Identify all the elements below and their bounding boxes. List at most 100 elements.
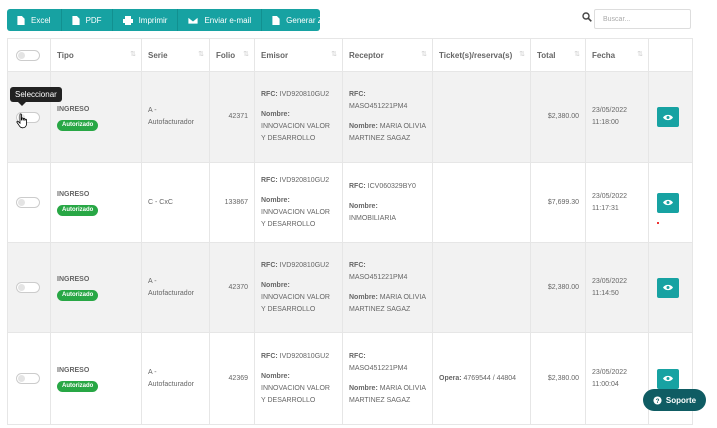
eye-icon	[663, 375, 673, 382]
generate-zip-button-label: Generar ZIP	[286, 15, 320, 25]
table-row: INGRESO Autorizado A - Autofacturador 423…	[7, 242, 693, 333]
eye-icon	[663, 114, 673, 120]
select-all-toggle[interactable]	[16, 49, 40, 61]
view-button[interactable]	[657, 107, 679, 127]
total-value: $2,380.00	[530, 71, 586, 163]
rfc-label: RFC:	[261, 261, 278, 269]
print-button-label: Imprimir	[138, 15, 168, 25]
select-tooltip: Seleccionar	[10, 87, 62, 106]
file-icon	[71, 15, 80, 25]
status-badge: Autorizado	[57, 119, 99, 131]
export-toolbar: Excel PDF Imprimir Enviar e-mail Generar…	[7, 9, 320, 31]
view-button[interactable]	[657, 368, 679, 389]
invoices-table: Tipo ⇅ Serie ⇅ Folio ⇅ Emisor ⇅ Receptor ⇅ Ti…	[7, 38, 693, 425]
table-row: INGRESO Autorizado C - CxC 133867 RFC: IV…	[7, 162, 693, 243]
fecha-time: 11:18:00	[592, 119, 619, 126]
nombre-label: Nombre:	[261, 372, 290, 380]
emisor-rfc: IVD920810GU2	[279, 91, 330, 98]
view-button[interactable]	[657, 192, 679, 213]
sort-icon: ⇅	[519, 51, 525, 58]
fecha-date: 23/05/2022	[592, 107, 628, 114]
indicator-dot	[657, 222, 659, 224]
search-input[interactable]	[594, 9, 691, 29]
rfc-label: RFC:	[349, 352, 366, 360]
print-button[interactable]: Imprimir	[113, 9, 179, 31]
status-badge: Autorizado	[57, 290, 99, 301]
folio-value: 42369	[209, 332, 255, 425]
rfc-label: RFC:	[261, 176, 278, 184]
fecha-cell: 23/05/2022 11:18:00	[585, 71, 649, 163]
column-header-receptor[interactable]: Receptor ⇅	[342, 38, 433, 72]
pdf-button[interactable]: PDF	[62, 9, 113, 31]
serie-value: C - CxC	[141, 162, 210, 243]
folio-value: 42371	[209, 71, 255, 163]
fecha-time: 11:00:04	[592, 380, 619, 388]
receptor-nombre: INMOBILIARIA	[349, 214, 397, 222]
column-header-tipo[interactable]: Tipo ⇅	[50, 38, 142, 72]
tipo-value: INGRESO	[57, 191, 90, 198]
emisor-nombre: INNOVACION VALOR Y DESARROLLO	[261, 208, 330, 228]
receptor-cell: RFC: ICV060329BY0 Nombre: INMOBILIARIA	[342, 162, 433, 243]
sort-icon: ⇅	[130, 51, 136, 58]
generate-zip-button[interactable]: Generar ZIP	[262, 9, 320, 31]
receptor-cell: RFC: MASO451221PM4 Nombre: MARIA OLIVIA …	[342, 332, 433, 425]
fecha-date: 23/05/2022	[592, 192, 628, 200]
row-select-toggle[interactable]	[16, 282, 40, 293]
table-row: INGRESO Autorizado A - Autofacturador 423…	[7, 71, 693, 163]
excel-button[interactable]: Excel	[7, 9, 62, 31]
ticket-cell: Opera: 4769544 / 44804	[432, 332, 531, 425]
row-select-toggle[interactable]	[16, 373, 40, 384]
nombre-label: Nombre:	[261, 196, 290, 204]
row-select-toggle[interactable]	[16, 197, 40, 208]
help-icon: ?	[653, 395, 662, 404]
receptor-rfc: MASO451221PM4	[349, 364, 408, 372]
receptor-cell: RFC: MASO451221PM4 Nombre: MARIA OLIVIA …	[342, 242, 433, 333]
svg-text:?: ?	[655, 397, 659, 404]
fecha-cell: 23/05/2022 11:17:31	[585, 162, 649, 243]
emisor-cell: RFC: IVD920810GU2 Nombre: INNOVACION VAL…	[254, 332, 343, 425]
ticket-value: 4769544 / 44804	[463, 374, 517, 382]
column-header-folio[interactable]: Folio ⇅	[209, 38, 255, 72]
hand-cursor-icon	[16, 113, 27, 129]
fecha-date: 23/05/2022	[592, 277, 628, 285]
support-button-label: Soporte	[665, 395, 697, 405]
sort-icon: ⇅	[331, 51, 337, 58]
table-row: INGRESO Autorizado A - Autofacturador 423…	[7, 332, 693, 425]
file-icon	[17, 15, 25, 25]
nombre-label: Nombre:	[349, 123, 378, 130]
eye-icon	[663, 199, 673, 206]
eye-icon	[663, 284, 673, 291]
rfc-label: RFC:	[261, 91, 278, 98]
nombre-label: Nombre:	[349, 384, 378, 392]
fecha-cell: 23/05/2022 11:14:50	[585, 242, 649, 333]
emisor-rfc: IVD920810GU2	[279, 261, 330, 269]
sort-icon: ⇅	[198, 51, 204, 58]
column-header-ticket[interactable]: Ticket(s)/reserva(s) ⇅	[432, 38, 531, 72]
send-email-button[interactable]: Enviar e-mail	[178, 9, 263, 31]
serie-value: A - Autofacturador	[141, 71, 210, 163]
support-button[interactable]: ? Soporte	[643, 389, 706, 411]
receptor-rfc: MASO451221PM4	[349, 103, 408, 110]
receptor-cell: RFC: MASO451221PM4 Nombre: MARIA OLIVIA …	[342, 71, 433, 163]
emisor-nombre: INNOVACION VALOR Y DESARROLLO	[261, 293, 330, 313]
ticket-value	[432, 162, 531, 243]
nombre-label: Nombre:	[349, 293, 378, 301]
printer-icon	[122, 15, 133, 25]
column-header-total[interactable]: Total ⇅	[530, 38, 586, 72]
fecha-date: 23/05/2022	[592, 368, 628, 376]
pdf-button-label: PDF	[85, 15, 102, 25]
table-header-row: Tipo ⇅ Serie ⇅ Folio ⇅ Emisor ⇅ Receptor ⇅ Ti…	[7, 38, 693, 72]
rfc-label: RFC:	[349, 182, 366, 190]
column-header-emisor[interactable]: Emisor ⇅	[254, 38, 343, 72]
column-header-actions	[648, 38, 693, 72]
emisor-nombre: INNOVACION VALOR Y DESARROLLO	[261, 123, 330, 142]
excel-button-label: Excel	[31, 15, 51, 25]
sort-icon: ⇅	[421, 51, 427, 58]
emisor-cell: RFC: IVD920810GU2 Nombre: INNOVACION VAL…	[254, 162, 343, 243]
column-header-fecha[interactable]: Fecha ⇅	[585, 38, 649, 72]
column-header-serie[interactable]: Serie ⇅	[141, 38, 210, 72]
file-icon	[272, 15, 280, 25]
nombre-label: Nombre:	[349, 202, 378, 210]
view-button[interactable]	[657, 277, 679, 298]
status-badge: Autorizado	[57, 205, 99, 216]
